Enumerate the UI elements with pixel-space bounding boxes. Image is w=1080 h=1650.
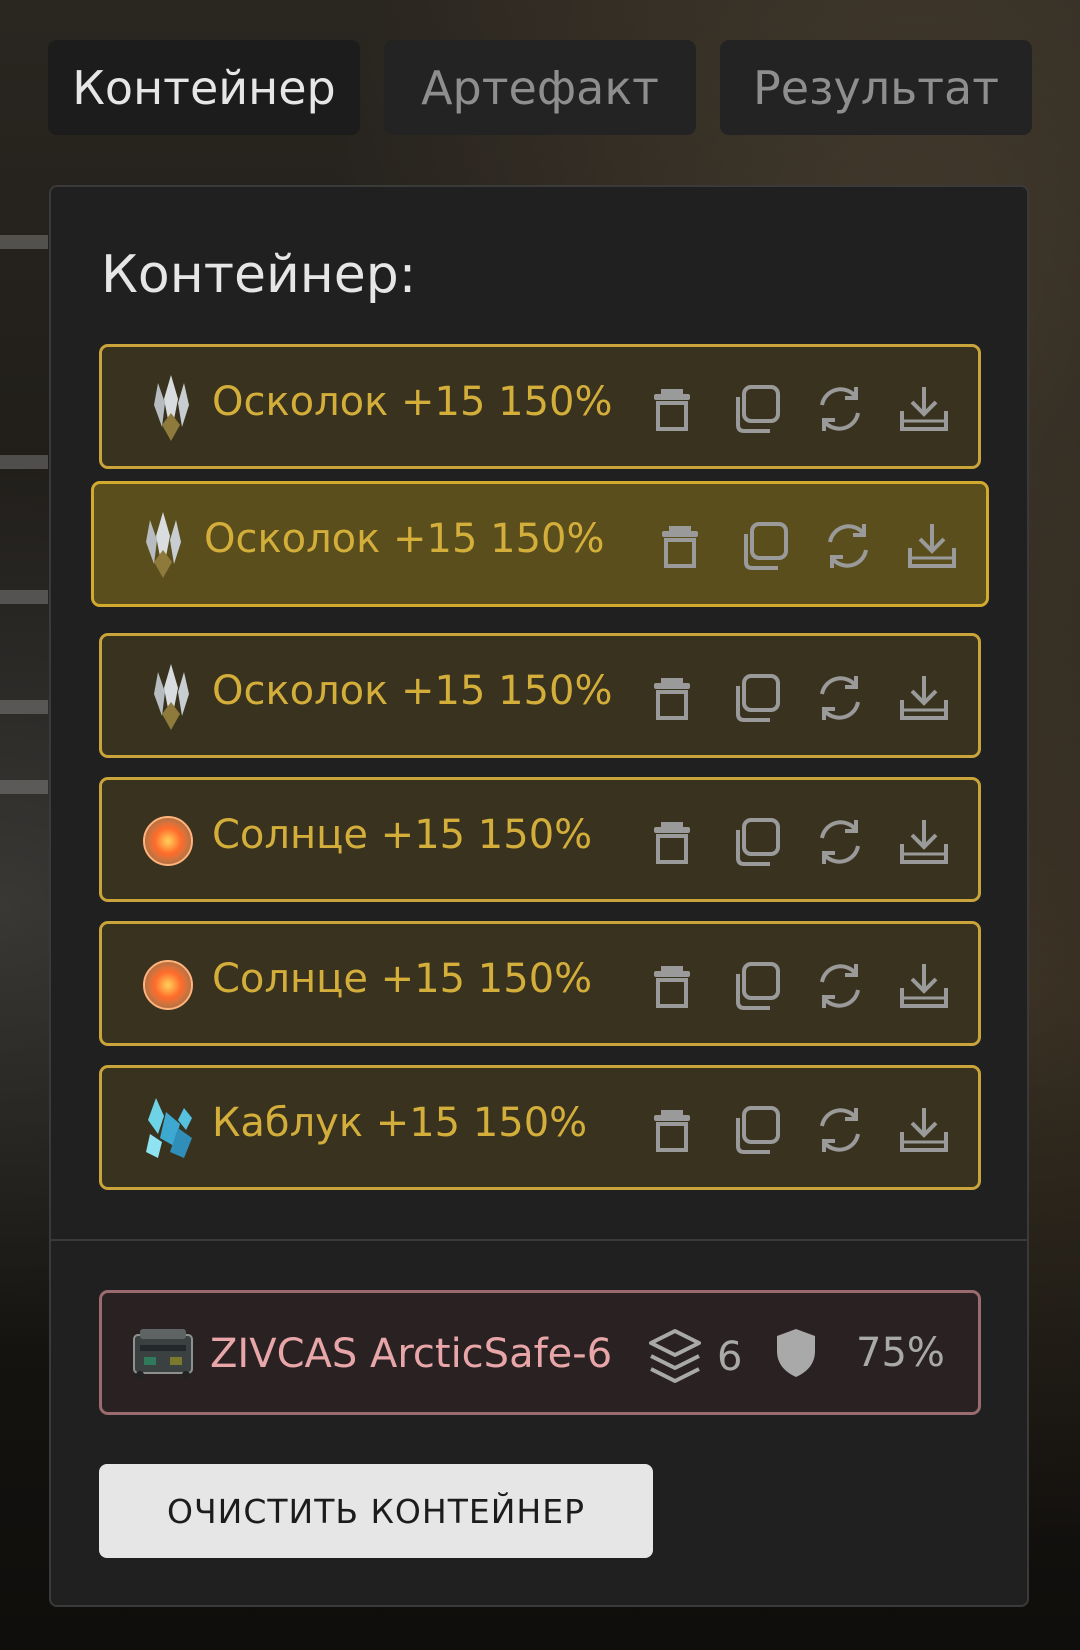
trash-button[interactable] [646, 672, 698, 724]
sun-orb-icon [140, 806, 202, 876]
background-shelf [0, 780, 48, 794]
panel-title: Контейнер: [101, 245, 417, 305]
refresh-button[interactable] [822, 520, 874, 572]
artifact-row[interactable]: Осколок +15 150% [91, 481, 989, 607]
trash-button[interactable] [646, 1104, 698, 1156]
refresh-icon [820, 964, 860, 1008]
tab-result[interactable]: Результат [720, 40, 1032, 135]
artifact-actions [646, 1104, 950, 1160]
download-button[interactable] [906, 520, 958, 572]
layers-icon [649, 1329, 701, 1383]
slots-stat: 6 [647, 1327, 742, 1387]
background-shelf [0, 590, 48, 604]
copy-icon [736, 1106, 780, 1154]
download-icon [900, 1108, 948, 1152]
shield-icon [777, 1329, 815, 1377]
refresh-button[interactable] [814, 672, 866, 724]
trash-icon [654, 389, 690, 431]
trash-button[interactable] [654, 520, 706, 572]
container-panel: Контейнер: Осколок +15 150% Осколок +15 1… [49, 185, 1029, 1607]
copy-button[interactable] [730, 672, 782, 724]
trash-icon [654, 1110, 690, 1152]
refresh-icon [820, 387, 860, 431]
tab-container[interactable]: Контейнер [48, 40, 360, 135]
shard-crystal-icon [140, 662, 202, 732]
copy-button[interactable] [738, 520, 790, 572]
download-icon [900, 820, 948, 864]
refresh-button[interactable] [814, 816, 866, 868]
copy-icon [736, 674, 780, 722]
refresh-button[interactable] [814, 960, 866, 1012]
trash-icon [654, 678, 690, 720]
background-shelf [0, 700, 48, 714]
copy-button[interactable] [730, 1104, 782, 1156]
container-card[interactable]: ZIVCAS ArcticSafe-6 6 75% [99, 1290, 981, 1415]
protection-stat: 75% [774, 1327, 945, 1379]
refresh-icon [820, 676, 860, 720]
artifact-label: Осколок +15 150% [212, 379, 613, 425]
protection-value: 75% [856, 1330, 945, 1376]
artifact-row[interactable]: Каблук +15 150% [99, 1065, 981, 1190]
divider [51, 1239, 1027, 1241]
download-button[interactable] [898, 672, 950, 724]
artifact-actions [646, 383, 950, 439]
copy-icon [736, 962, 780, 1010]
artifact-actions [646, 816, 950, 872]
download-button[interactable] [898, 383, 950, 435]
tab-artifact[interactable]: Артефакт [384, 40, 696, 135]
artifact-row[interactable]: Осколок +15 150% [99, 633, 981, 758]
refresh-button[interactable] [814, 383, 866, 435]
slots-count: 6 [717, 1334, 743, 1380]
artifact-label: Каблук +15 150% [212, 1100, 588, 1146]
tab-bar: Контейнер Артефакт Результат [48, 40, 1032, 135]
copy-button[interactable] [730, 960, 782, 1012]
copy-button[interactable] [730, 383, 782, 435]
background-shelf [0, 455, 48, 469]
clear-container-button[interactable]: ОЧИСТИТЬ КОНТЕЙНЕР [99, 1464, 653, 1558]
copy-icon [744, 522, 788, 570]
trash-icon [662, 526, 698, 568]
background-shelf [0, 235, 48, 249]
container-name: ZIVCAS ArcticSafe-6 [210, 1331, 613, 1377]
copy-icon [736, 385, 780, 433]
refresh-button[interactable] [814, 1104, 866, 1156]
heel-crystal-icon [140, 1094, 202, 1164]
artifact-label: Осколок +15 150% [204, 516, 605, 562]
trash-icon [654, 822, 690, 864]
artifact-actions [646, 960, 950, 1016]
copy-button[interactable] [730, 816, 782, 868]
download-button[interactable] [898, 1104, 950, 1156]
trash-button[interactable] [646, 816, 698, 868]
shard-crystal-icon [132, 510, 194, 580]
download-icon [900, 964, 948, 1008]
refresh-icon [828, 524, 868, 568]
copy-icon [736, 818, 780, 866]
sun-orb-icon [140, 950, 202, 1020]
shard-crystal-icon [140, 373, 202, 443]
artifact-row[interactable]: Осколок +15 150% [99, 344, 981, 469]
trash-button[interactable] [646, 383, 698, 435]
artifact-label: Солнце +15 150% [212, 956, 593, 1002]
artifact-actions [654, 520, 958, 576]
artifact-row[interactable]: Солнце +15 150% [99, 921, 981, 1046]
trash-icon [654, 966, 690, 1008]
refresh-icon [820, 820, 860, 864]
download-icon [900, 676, 948, 720]
artifact-actions [646, 672, 950, 728]
trash-button[interactable] [646, 960, 698, 1012]
download-icon [900, 387, 948, 431]
artifact-row[interactable]: Солнце +15 150% [99, 777, 981, 902]
refresh-icon [820, 1108, 860, 1152]
artifact-label: Солнце +15 150% [212, 812, 593, 858]
container-case-icon [133, 1329, 193, 1379]
download-button[interactable] [898, 816, 950, 868]
download-button[interactable] [898, 960, 950, 1012]
artifact-label: Осколок +15 150% [212, 668, 613, 714]
download-icon [908, 524, 956, 568]
